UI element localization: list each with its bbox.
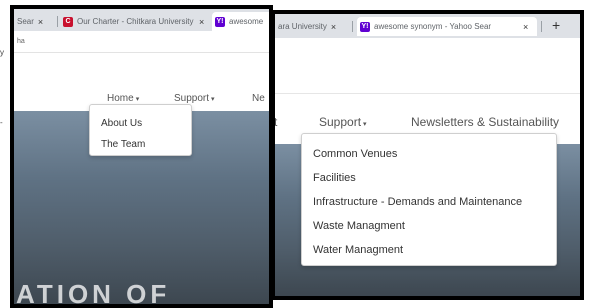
dropdown-item-water-managment[interactable]: Water Managment [313, 244, 403, 256]
new-tab-plus-icon[interactable]: + [552, 17, 560, 33]
nav-newsletters[interactable]: Newsletters & Sustainability [411, 115, 559, 129]
nav-support[interactable]: Support ▾ [319, 115, 367, 129]
nav-newsletters[interactable]: Ne [252, 93, 265, 104]
dropdown-item-infrastructure[interactable]: Infrastructure - Demands and Maintenance [313, 196, 522, 208]
left-screenshot: Sear × C Our Charter - Chitkara Universi… [10, 5, 273, 308]
nav-support[interactable]: Support ▾ [174, 93, 215, 104]
right-screenshot: ara University × Y! awesome synonym - Ya… [271, 10, 584, 300]
tab-separator [541, 21, 542, 32]
caret-down-icon: ▾ [135, 96, 140, 103]
yahoo-favicon-icon: Y! [215, 16, 225, 27]
browser-tab-active[interactable]: Y! awesome synonym - Yahoo Sear × [357, 17, 537, 36]
tab-bar: Sear × C Our Charter - Chitkara Universi… [14, 9, 269, 31]
home-dropdown-menu: About Us The Team [89, 104, 192, 156]
tab-separator [352, 21, 353, 32]
dropdown-item-the-team[interactable]: The Team [101, 139, 145, 150]
browser-tab-active[interactable]: Y! awesome [212, 12, 269, 31]
chitkara-favicon-icon: C [63, 16, 73, 27]
address-bar[interactable] [275, 38, 580, 94]
dropdown-item-common-venues[interactable]: Common Venues [313, 148, 397, 160]
browser-tab[interactable]: C Our Charter - Chitkara University × [60, 12, 210, 31]
caret-down-icon: ▾ [363, 121, 367, 128]
yahoo-favicon-icon: Y! [360, 21, 370, 32]
tab-title: Our Charter - Chitkara University [77, 17, 194, 26]
edge-label: - [0, 118, 3, 127]
nav-support-label: Support [319, 115, 362, 129]
browser-tab[interactable]: ara University × [275, 17, 349, 36]
address-text: ha [17, 38, 25, 45]
nav-partial[interactable]: t [275, 115, 277, 129]
tab-separator [57, 16, 58, 27]
caret-down-icon: ▾ [211, 96, 215, 103]
site-navbar: Home ▾ Support ▾ Ne [14, 53, 269, 111]
nav-partial-label: t [275, 115, 278, 129]
tab-close-icon[interactable]: × [523, 22, 528, 32]
tab-title: Sear [17, 17, 34, 26]
nav-home[interactable]: Home ▾ [107, 93, 139, 104]
tab-close-icon[interactable]: × [38, 17, 43, 27]
tab-close-icon[interactable]: × [331, 22, 336, 32]
tab-title: awesome [229, 17, 264, 26]
tab-title: ara University [278, 22, 327, 31]
hero-heading: ATION OF [16, 279, 171, 304]
right-browser-window: ara University × Y! awesome synonym - Ya… [275, 14, 580, 296]
dropdown-item-facilities[interactable]: Facilities [313, 172, 356, 184]
left-browser-window: Sear × C Our Charter - Chitkara Universi… [14, 9, 269, 304]
edge-label: y [0, 48, 4, 57]
dropdown-item-about-us[interactable]: About Us [101, 118, 142, 129]
tab-title: awesome synonym - Yahoo Sear [374, 22, 492, 31]
nav-newsletters-label: Ne [252, 93, 265, 104]
dropdown-item-waste-managment[interactable]: Waste Managment [313, 220, 405, 232]
tab-close-icon[interactable]: × [199, 17, 204, 27]
nav-home-label: Home [107, 93, 134, 104]
nav-support-label: Support [174, 93, 210, 104]
tab-bar: ara University × Y! awesome synonym - Ya… [275, 14, 580, 38]
nav-newsletters-label: Newsletters & Sustainability [411, 115, 560, 129]
browser-tab[interactable]: Sear × [14, 12, 56, 31]
address-bar[interactable]: ha [14, 31, 269, 53]
support-dropdown-menu: Common Venues Facilities Infrastructure … [301, 133, 557, 266]
